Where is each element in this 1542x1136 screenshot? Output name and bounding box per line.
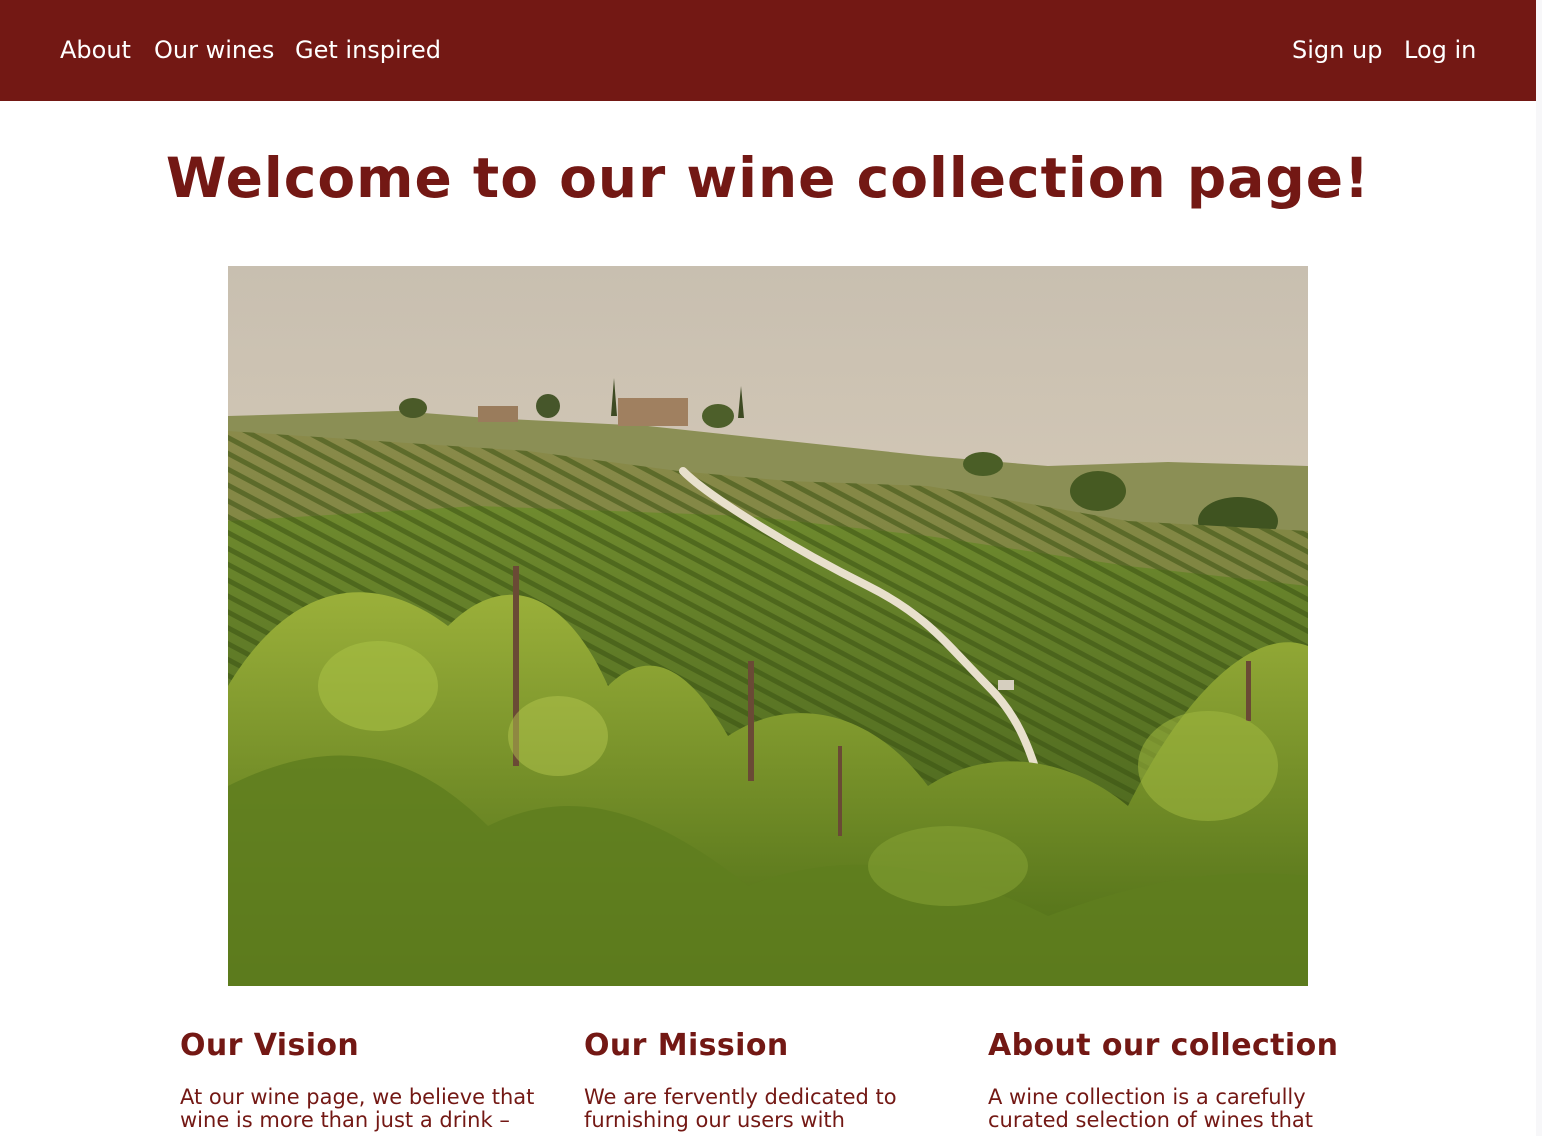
section-body: A wine collection is a carefully curated… bbox=[988, 1085, 1313, 1132]
section-our-vision: Our Vision At our wine page, we believe … bbox=[180, 1026, 540, 1132]
hero-vineyard-image bbox=[228, 266, 1308, 986]
section-about-collection: About our collection A wine collection i… bbox=[988, 1026, 1348, 1132]
nav-link-about[interactable]: About bbox=[60, 33, 131, 67]
nav-link-log-in[interactable]: Log in bbox=[1404, 33, 1476, 67]
scrollbar-track[interactable] bbox=[1536, 0, 1542, 1136]
section-heading: Our Mission bbox=[584, 1028, 789, 1063]
nav-link-get-inspired[interactable]: Get inspired bbox=[295, 33, 441, 67]
nav-link-sign-up[interactable]: Sign up bbox=[1292, 33, 1382, 67]
top-navbar: About Our wines Get inspired Sign up Log… bbox=[0, 0, 1536, 101]
section-heading: About our collection bbox=[988, 1028, 1339, 1063]
nav-link-our-wines[interactable]: Our wines bbox=[154, 33, 274, 67]
section-body: At our wine page, we believe that wine i… bbox=[180, 1085, 535, 1132]
section-our-mission: Our Mission We are fervently dedicated t… bbox=[584, 1026, 944, 1132]
page-title: Welcome to our wine collection page! bbox=[165, 146, 1371, 210]
section-body: We are fervently dedicated to furnishing… bbox=[584, 1085, 897, 1132]
section-heading: Our Vision bbox=[180, 1028, 360, 1063]
